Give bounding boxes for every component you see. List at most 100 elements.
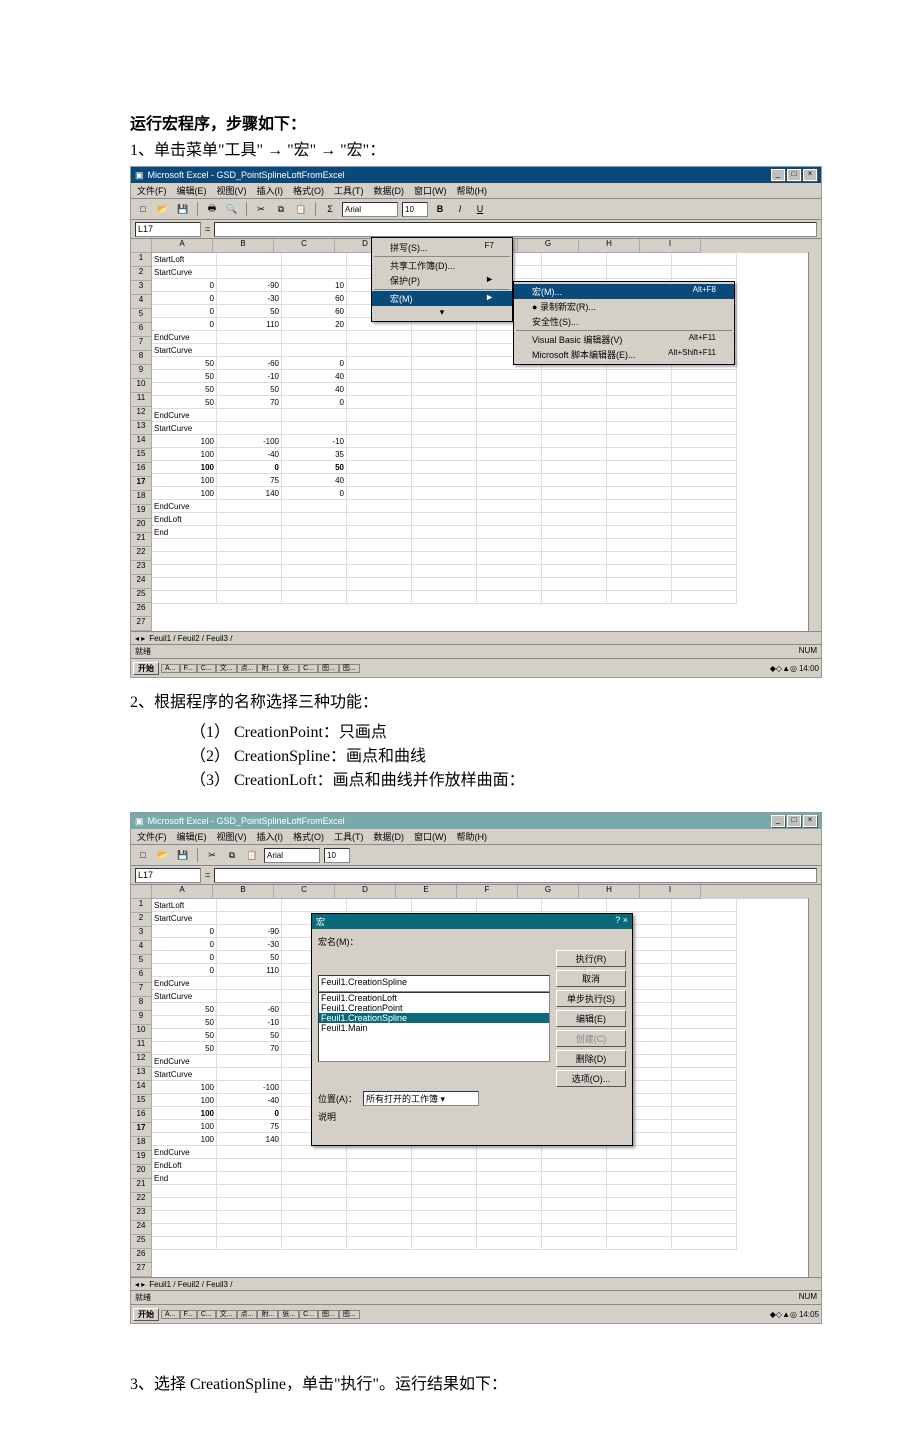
cell[interactable]: [542, 409, 607, 422]
row-header[interactable]: 8: [131, 351, 152, 365]
cell[interactable]: [347, 461, 412, 474]
cell[interactable]: 0: [152, 305, 217, 318]
cell[interactable]: 50: [152, 357, 217, 370]
cell[interactable]: 60: [282, 292, 347, 305]
new-icon[interactable]: □: [135, 847, 151, 863]
taskbar-item[interactable]: 文...: [216, 1310, 237, 1319]
cell[interactable]: [672, 1172, 737, 1185]
cell[interactable]: [412, 396, 477, 409]
cell[interactable]: [607, 435, 672, 448]
cell[interactable]: -10: [282, 435, 347, 448]
cell[interactable]: [607, 370, 672, 383]
column-header[interactable]: H: [579, 239, 640, 253]
cell[interactable]: [542, 266, 607, 279]
cell[interactable]: [152, 565, 217, 578]
taskbar-item[interactable]: 附...: [257, 664, 278, 673]
cell[interactable]: -10: [217, 370, 282, 383]
cell[interactable]: 100: [152, 1094, 217, 1107]
cell[interactable]: [542, 1211, 607, 1224]
cell[interactable]: [347, 1224, 412, 1237]
row-header[interactable]: 14: [131, 1081, 152, 1095]
cell[interactable]: 50: [152, 370, 217, 383]
cell[interactable]: [412, 899, 477, 912]
select-all-corner[interactable]: [131, 885, 152, 899]
cell[interactable]: [152, 1237, 217, 1250]
cell[interactable]: [672, 539, 737, 552]
cell[interactable]: [347, 591, 412, 604]
cell[interactable]: [607, 409, 672, 422]
cell[interactable]: [347, 539, 412, 552]
row-header[interactable]: 20: [131, 1165, 152, 1179]
row-header[interactable]: 11: [131, 1039, 152, 1053]
cell[interactable]: [217, 539, 282, 552]
bold-icon[interactable]: B: [432, 201, 448, 217]
cell[interactable]: [607, 1146, 672, 1159]
macro-list-item[interactable]: Feuil1.CreationPoint: [319, 1003, 549, 1013]
cell[interactable]: [412, 1211, 477, 1224]
cell[interactable]: 0: [282, 487, 347, 500]
cell[interactable]: [607, 448, 672, 461]
cell[interactable]: [542, 474, 607, 487]
cell[interactable]: [607, 1159, 672, 1172]
cell[interactable]: -90: [217, 279, 282, 292]
cell[interactable]: [282, 578, 347, 591]
cell[interactable]: [217, 266, 282, 279]
cell[interactable]: [477, 1185, 542, 1198]
new-icon[interactable]: □: [135, 201, 151, 217]
location-select[interactable]: 所有打开的工作簿 ▾: [363, 1091, 479, 1106]
menu-view[interactable]: 视图(V): [215, 184, 249, 197]
cell[interactable]: [607, 1211, 672, 1224]
macro-list-item[interactable]: Feuil1.CreationSpline: [319, 1013, 549, 1023]
column-header[interactable]: F: [457, 885, 518, 899]
cell[interactable]: [347, 513, 412, 526]
cell[interactable]: [347, 396, 412, 409]
cell[interactable]: -10: [217, 1016, 282, 1029]
column-header[interactable]: A: [152, 885, 213, 899]
column-header[interactable]: G: [518, 885, 579, 899]
underline-icon[interactable]: U: [472, 201, 488, 217]
cell[interactable]: [412, 383, 477, 396]
cell[interactable]: [542, 435, 607, 448]
cell[interactable]: [412, 526, 477, 539]
cell[interactable]: [672, 1029, 737, 1042]
cancel-button[interactable]: 取消: [556, 970, 626, 987]
cell[interactable]: 70: [217, 396, 282, 409]
name-box[interactable]: L17: [135, 868, 201, 883]
cell[interactable]: 110: [217, 964, 282, 977]
cell[interactable]: StartLoft: [152, 899, 217, 912]
submenu-mse[interactable]: Microsoft 脚本编辑器(E)...Alt+Shift+F11: [514, 347, 734, 362]
cell[interactable]: [412, 513, 477, 526]
cell[interactable]: [672, 1107, 737, 1120]
cell[interactable]: [477, 422, 542, 435]
print-icon[interactable]: 🖶: [204, 201, 220, 217]
column-header[interactable]: C: [274, 885, 335, 899]
cell[interactable]: [672, 1224, 737, 1237]
row-header[interactable]: 5: [131, 309, 152, 323]
cell[interactable]: [477, 526, 542, 539]
cell[interactable]: 0: [152, 938, 217, 951]
column-header[interactable]: I: [640, 885, 701, 899]
cell[interactable]: [412, 1172, 477, 1185]
row-header[interactable]: 11: [131, 393, 152, 407]
cell[interactable]: 35: [282, 448, 347, 461]
cell[interactable]: [607, 565, 672, 578]
cell[interactable]: EndCurve: [152, 331, 217, 344]
cell[interactable]: [217, 1224, 282, 1237]
cell[interactable]: [672, 565, 737, 578]
cell[interactable]: 75: [217, 474, 282, 487]
cell[interactable]: [282, 1146, 347, 1159]
cell[interactable]: [672, 422, 737, 435]
cell[interactable]: -60: [217, 1003, 282, 1016]
cell[interactable]: [542, 526, 607, 539]
cell[interactable]: [347, 422, 412, 435]
cell[interactable]: [672, 938, 737, 951]
maximize-button[interactable]: □: [787, 815, 801, 827]
menu-data[interactable]: 数据(D): [372, 184, 407, 197]
row-header[interactable]: 8: [131, 997, 152, 1011]
row-header[interactable]: 18: [131, 1137, 152, 1151]
cell[interactable]: [412, 591, 477, 604]
close-button[interactable]: ×: [803, 815, 817, 827]
cell[interactable]: StartCurve: [152, 266, 217, 279]
cell[interactable]: 50: [152, 1003, 217, 1016]
row-header[interactable]: 10: [131, 379, 152, 393]
